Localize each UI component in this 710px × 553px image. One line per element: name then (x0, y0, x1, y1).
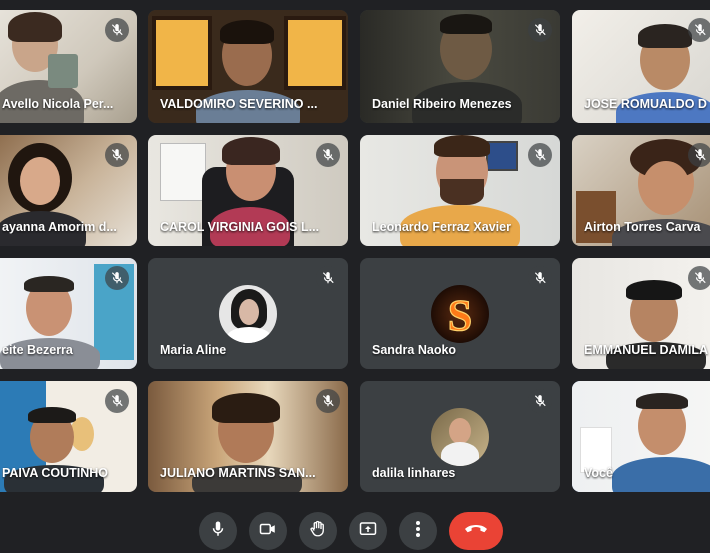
camera-button[interactable] (249, 512, 287, 550)
mic-off-icon (528, 389, 552, 413)
mic-off-icon (528, 143, 552, 167)
mic-off-icon (105, 18, 129, 42)
mic-off-icon (316, 266, 340, 290)
raise-hand-button[interactable] (299, 512, 337, 550)
mic-off-icon (316, 143, 340, 167)
svg-text:S: S (448, 291, 472, 340)
participant-name: JULIANO MARTINS SAN... (160, 466, 316, 480)
call-controls-bar (0, 510, 710, 553)
participant-tile[interactable]: Avello Nicola Per... (0, 10, 137, 123)
mic-button[interactable] (199, 512, 237, 550)
participant-tile[interactable]: PAIVA COUTINHO (0, 381, 137, 492)
videocam-icon (258, 520, 278, 543)
raise-hand-icon (309, 519, 327, 544)
present-screen-button[interactable] (349, 512, 387, 550)
mic-icon (209, 520, 227, 543)
mic-off-icon (105, 143, 129, 167)
participant-name: ayanna Amorim d... (2, 220, 117, 234)
participant-name: EMMANUEL DAMILA (584, 343, 709, 357)
participant-tile[interactable]: EMMANUEL DAMILA (572, 258, 710, 369)
participant-name: Você (584, 466, 613, 480)
participant-name: CAROL VIRGINIA GOIS L... (160, 220, 320, 234)
participant-tile[interactable]: JULIANO MARTINS SAN... (148, 381, 348, 492)
participant-tile[interactable]: ayanna Amorim d... (0, 135, 137, 246)
participant-name: Airton Torres Carva (584, 220, 701, 234)
mic-off-icon (528, 18, 552, 42)
participant-name: eite Bezerra (2, 343, 73, 357)
participant-name: Avello Nicola Per... (2, 97, 114, 111)
participant-name: VALDOMIRO SEVERINO ... (160, 97, 318, 111)
avatar (431, 407, 489, 466)
mic-off-icon (528, 266, 552, 290)
mic-off-icon (688, 143, 710, 167)
more-options-button[interactable] (399, 512, 437, 550)
mic-off-icon (688, 266, 710, 290)
participant-name: PAIVA COUTINHO (2, 466, 109, 480)
mic-off-icon (316, 389, 340, 413)
participant-name: Daniel Ribeiro Menezes (372, 97, 512, 111)
participant-tile[interactable]: Maria Aline (148, 258, 348, 369)
participant-name: Sandra Naoko (372, 343, 457, 357)
participant-tile[interactable]: Leonardo Ferraz Xavier (360, 135, 560, 246)
participant-tile[interactable]: dalila linhares (360, 381, 560, 492)
avatar: S (431, 284, 489, 343)
more-vert-icon (415, 520, 421, 543)
participant-name: dalila linhares (372, 466, 456, 480)
participant-tile[interactable]: VALDOMIRO SEVERINO ... (148, 10, 348, 123)
participant-tile[interactable]: CAROL VIRGINIA GOIS L... (148, 135, 348, 246)
mic-off-icon (688, 18, 710, 42)
leave-call-button[interactable] (449, 512, 503, 550)
mic-off-icon (105, 266, 129, 290)
participant-tile[interactable]: Daniel Ribeiro Menezes (360, 10, 560, 123)
present-screen-icon (358, 520, 378, 543)
participant-tile[interactable]: eite Bezerra (0, 258, 137, 369)
participant-tile[interactable]: JOSE ROMUALDO D (572, 10, 710, 123)
self-view-tile[interactable]: Você (572, 381, 710, 492)
participant-name: JOSE ROMUALDO D (584, 97, 707, 111)
participant-tile[interactable]: Airton Torres Carva (572, 135, 710, 246)
participant-name: Leonardo Ferraz Xavier (372, 220, 511, 234)
call-end-icon (464, 522, 488, 540)
mic-off-icon (105, 389, 129, 413)
avatar (219, 284, 277, 343)
participant-name: Maria Aline (160, 343, 227, 357)
participant-tile[interactable]: S Sandra Naoko (360, 258, 560, 369)
